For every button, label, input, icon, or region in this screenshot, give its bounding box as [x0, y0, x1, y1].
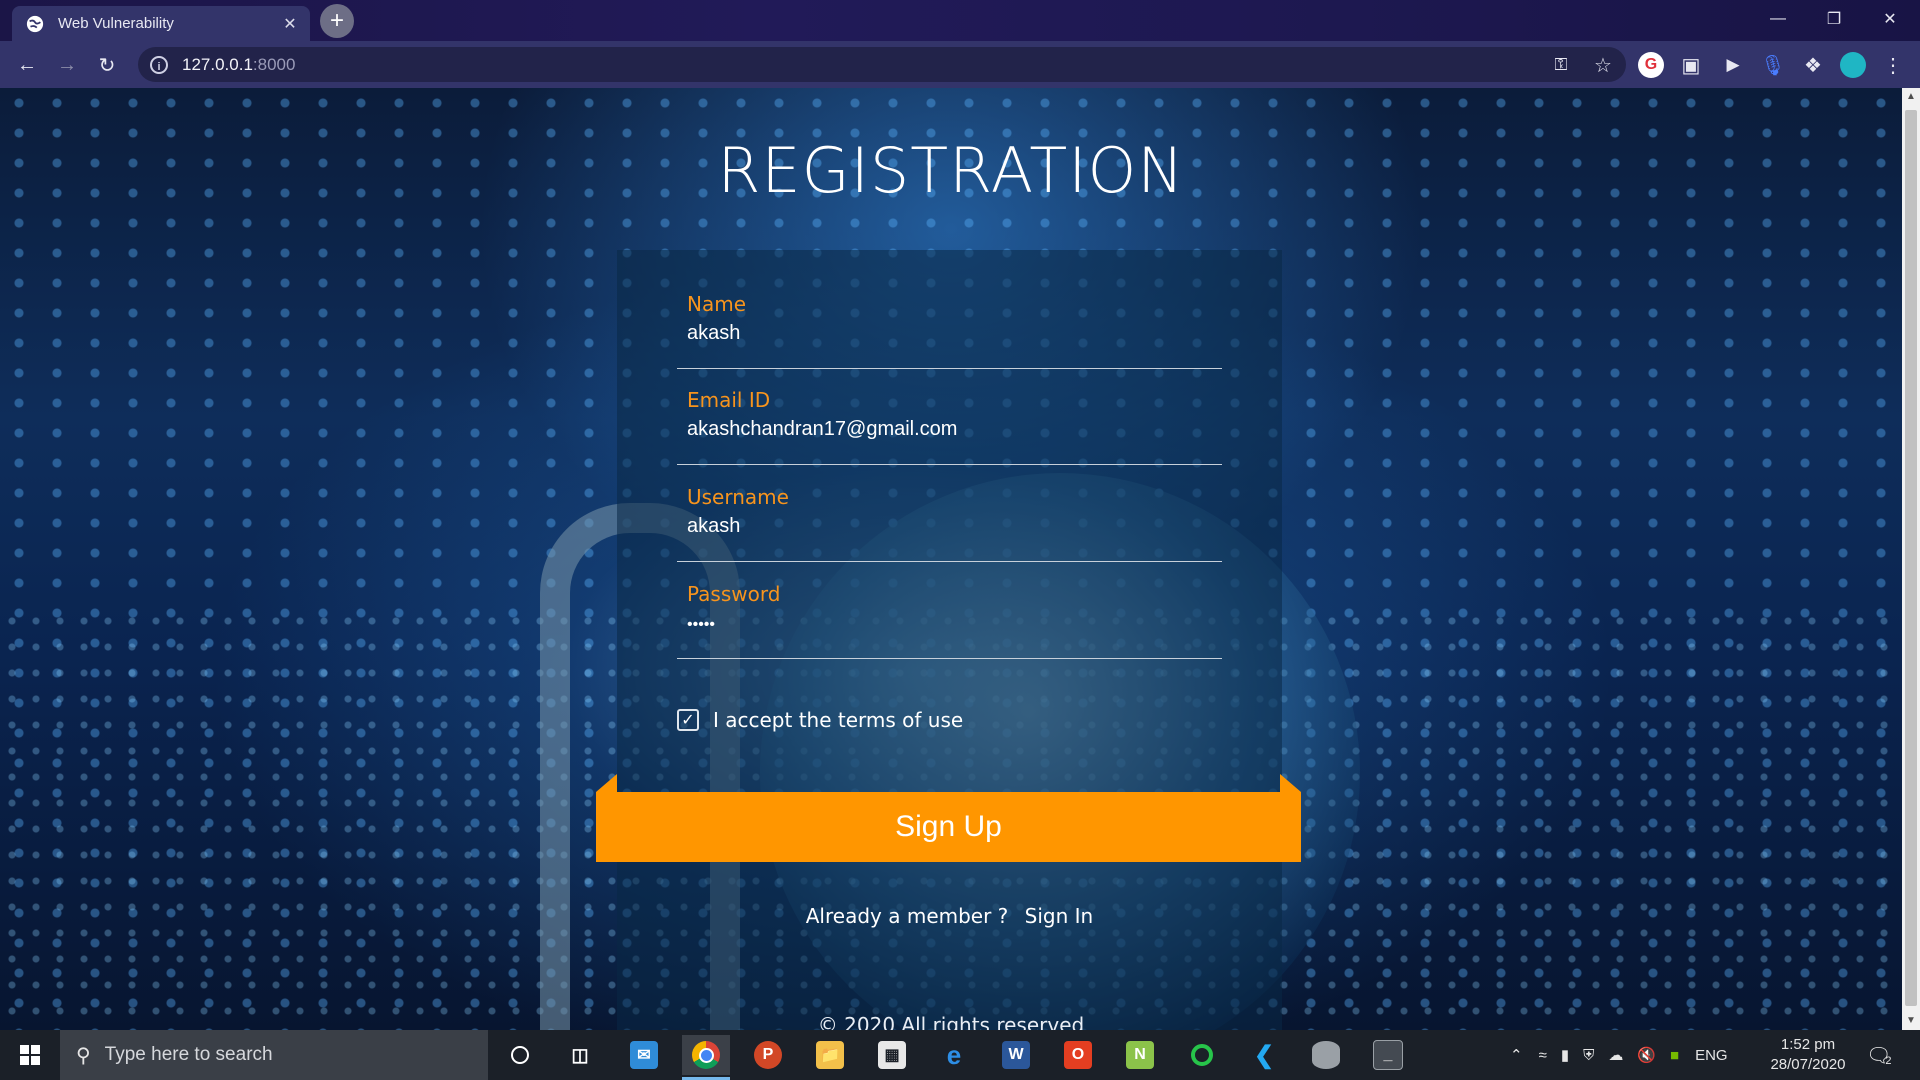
- terminal-icon[interactable]: _: [1364, 1035, 1412, 1075]
- already-member-text: Already a member ?: [805, 904, 1009, 928]
- chrome-icon[interactable]: [682, 1035, 730, 1080]
- search-icon: ⚲: [76, 1044, 91, 1067]
- tray-chevron-up-icon[interactable]: ⌃: [1510, 1046, 1523, 1064]
- microphone-extension-icon[interactable]: 🎙: [1758, 50, 1788, 80]
- url-port: :8000: [252, 54, 296, 74]
- bookmark-star-icon[interactable]: ☆: [1588, 50, 1618, 80]
- clock-date: 28/07/2020: [1770, 1056, 1846, 1073]
- task-view-icon[interactable]: ◫: [556, 1035, 604, 1075]
- signup-ribbon-left: [596, 774, 617, 792]
- back-arrow-icon[interactable]: ←: [12, 50, 42, 80]
- forward-arrow-icon[interactable]: →: [52, 50, 82, 80]
- extensions-puzzle-icon[interactable]: ❖: [1798, 50, 1828, 80]
- username-label: Username: [687, 485, 789, 509]
- system-tray: ⌃ ≈ ▮ ⛨ ☁ 🔇 ■ ENG: [1510, 1030, 1728, 1080]
- language-indicator[interactable]: ENG: [1695, 1047, 1728, 1064]
- screenshot-extension-icon[interactable]: ▣: [1676, 50, 1706, 80]
- url-host: 127.0.0.1: [182, 54, 253, 74]
- site-info-icon[interactable]: i: [150, 55, 168, 74]
- database-icon[interactable]: [1302, 1035, 1350, 1075]
- copyright-footer: © 2020 All rights reserved: [817, 1013, 1085, 1030]
- notification-center-button[interactable]: 🗨 2: [1866, 1030, 1892, 1080]
- scroll-up-icon[interactable]: ▲: [1902, 88, 1920, 106]
- page-viewport: REGISTRATION Name akash Email ID akashch…: [0, 88, 1902, 1030]
- taskbar-search-placeholder: Type here to search: [104, 1044, 273, 1065]
- already-member-row: Already a member ? Sign In: [617, 904, 1282, 928]
- battery-icon[interactable]: ▮: [1561, 1046, 1569, 1064]
- cast-extension-icon[interactable]: ▶: [1718, 50, 1748, 80]
- windows-start-button[interactable]: [0, 1030, 60, 1080]
- key-icon[interactable]: ⚿: [1546, 50, 1576, 80]
- name-input[interactable]: akash: [687, 322, 740, 345]
- terms-checkbox[interactable]: ✓: [677, 709, 699, 731]
- cortana-icon[interactable]: [496, 1035, 544, 1075]
- windows-taskbar: ⚲ Type here to search ◫ ✉ P 📁 ▦ e W O N …: [0, 1030, 1920, 1080]
- terms-row[interactable]: ✓ I accept the terms of use: [677, 708, 963, 732]
- nvidia-icon[interactable]: ■: [1670, 1047, 1679, 1064]
- scroll-down-icon[interactable]: ▼: [1902, 1012, 1920, 1030]
- browser-menu-icon[interactable]: ⋮: [1878, 50, 1908, 80]
- security-shield-icon[interactable]: ⛨: [1583, 1047, 1594, 1064]
- globe-favicon-icon: [26, 15, 44, 32]
- volume-muted-icon[interactable]: 🔇: [1637, 1046, 1656, 1064]
- signin-link[interactable]: Sign In: [1025, 904, 1094, 928]
- username-input[interactable]: akash: [687, 515, 740, 538]
- name-label: Name: [687, 292, 747, 316]
- browser-toolbar: ← → ↻ i 127.0.0.1:8000 ⚿ ☆ G ▣ ▶ 🎙 ❖ ⋮: [0, 41, 1920, 88]
- taskbar-clock[interactable]: 1:52 pm 28/07/2020: [1760, 1035, 1856, 1075]
- browser-tab-strip: Web Vulnerability ✕ + — ❐ ✕: [0, 0, 1920, 41]
- address-bar[interactable]: i 127.0.0.1:8000: [138, 47, 1626, 82]
- file-explorer-icon[interactable]: 📁: [806, 1035, 854, 1075]
- vscode-icon[interactable]: ❮: [1240, 1035, 1288, 1075]
- store-icon[interactable]: ▦: [868, 1035, 916, 1075]
- profile-avatar-icon[interactable]: [1838, 50, 1868, 80]
- terms-label: I accept the terms of use: [713, 708, 964, 732]
- browser-tab[interactable]: Web Vulnerability ✕: [12, 6, 310, 41]
- office-icon[interactable]: O: [1054, 1035, 1102, 1075]
- powerpoint-icon[interactable]: P: [744, 1035, 792, 1075]
- username-field[interactable]: Username akash: [677, 485, 1222, 562]
- notepad-plus-icon[interactable]: N: [1116, 1035, 1164, 1075]
- signup-button[interactable]: Sign Up: [596, 792, 1301, 862]
- tab-close-icon[interactable]: ✕: [280, 14, 300, 34]
- email-label: Email ID: [687, 388, 771, 412]
- email-field[interactable]: Email ID akashchandran17@gmail.com: [677, 388, 1222, 465]
- onedrive-cloud-icon[interactable]: ☁: [1608, 1046, 1623, 1064]
- grammarly-extension-icon[interactable]: G: [1636, 50, 1666, 80]
- name-field[interactable]: Name akash: [677, 292, 1222, 369]
- taskbar-search-box[interactable]: ⚲ Type here to search: [60, 1030, 488, 1080]
- close-window-button[interactable]: ✕: [1862, 0, 1918, 38]
- signup-ribbon-right: [1280, 774, 1301, 792]
- scrollbar-thumb[interactable]: [1905, 110, 1917, 1006]
- minimize-button[interactable]: —: [1750, 0, 1806, 38]
- wifi-icon[interactable]: ≈: [1539, 1047, 1547, 1064]
- reload-icon[interactable]: ↻: [92, 50, 122, 80]
- page-title: REGISTRATION: [717, 134, 1185, 207]
- refresh-app-icon[interactable]: [1178, 1035, 1226, 1075]
- password-label: Password: [687, 582, 781, 606]
- restore-button[interactable]: ❐: [1806, 0, 1862, 38]
- edge-icon[interactable]: e: [930, 1035, 978, 1075]
- windows-logo-icon: [20, 1045, 40, 1065]
- word-icon[interactable]: W: [992, 1035, 1040, 1075]
- password-input[interactable]: •••••: [687, 616, 715, 634]
- email-input[interactable]: akashchandran17@gmail.com: [687, 418, 957, 441]
- new-tab-button[interactable]: +: [320, 4, 354, 38]
- password-field[interactable]: Password •••••: [677, 582, 1222, 659]
- page-scrollbar[interactable]: ▲ ▼: [1902, 88, 1920, 1030]
- notification-count: 2: [1885, 1055, 1892, 1067]
- mail-icon[interactable]: ✉: [620, 1035, 668, 1075]
- tab-title: Web Vulnerability: [58, 15, 174, 32]
- clock-time: 1:52 pm: [1780, 1036, 1836, 1053]
